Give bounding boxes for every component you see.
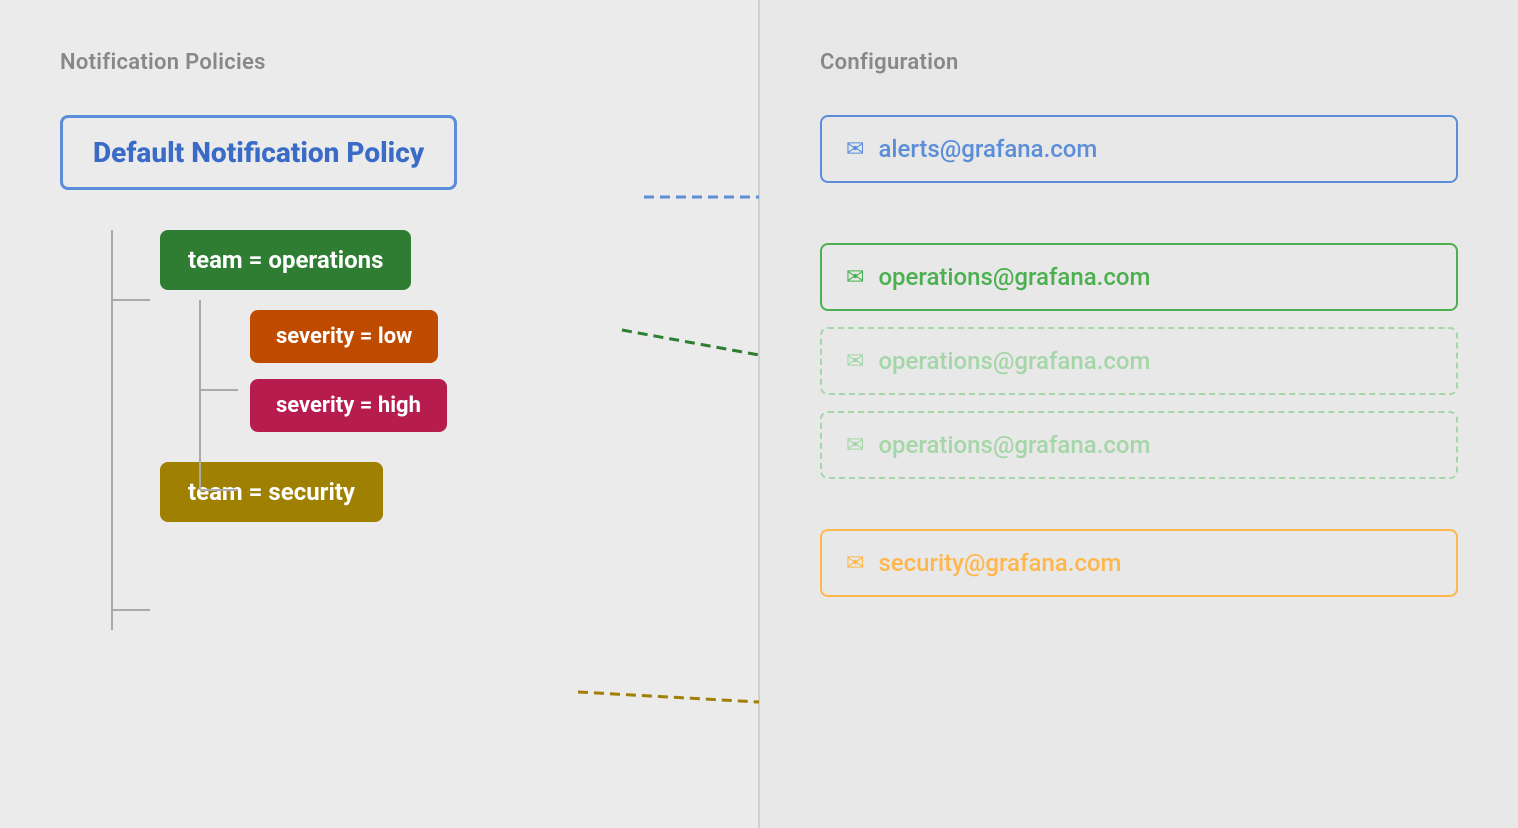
right-panel-title: Configuration <box>820 50 1458 75</box>
mail-icon-operations: ✉ <box>846 265 864 290</box>
severity-high-box[interactable]: severity = high <box>250 379 447 432</box>
config-operations: ✉ operations@grafana.com <box>820 243 1458 311</box>
operations-high-email: operations@grafana.com <box>878 431 1150 459</box>
config-security: ✉ security@grafana.com <box>820 529 1458 597</box>
page-wrapper: Notification Policies Default Notificati… <box>0 0 1518 828</box>
mail-icon-alerts: ✉ <box>846 137 864 162</box>
config-operations-high: ✉ operations@grafana.com <box>820 411 1458 479</box>
team-operations-box[interactable]: team = operations <box>160 230 411 290</box>
right-panel: Configuration ✉ alerts@grafana.com ✉ ope… <box>758 0 1518 828</box>
mail-icon-security: ✉ <box>846 551 864 576</box>
default-policy-row: Default Notification Policy <box>60 115 698 190</box>
severity-low-box[interactable]: severity = low <box>250 310 438 363</box>
alerts-email: alerts@grafana.com <box>878 135 1097 163</box>
left-panel: Notification Policies Default Notificati… <box>0 0 758 828</box>
mail-icon-operations-high: ✉ <box>846 433 864 458</box>
security-email: security@grafana.com <box>878 549 1121 577</box>
operations-low-email: operations@grafana.com <box>878 347 1150 375</box>
severity-high-row: severity = high <box>250 379 698 432</box>
team-operations-row: team = operations <box>160 230 698 290</box>
config-operations-low: ✉ operations@grafana.com <box>820 327 1458 395</box>
default-policy-box[interactable]: Default Notification Policy <box>60 115 457 190</box>
team-security-row: team = security <box>160 462 698 522</box>
severity-low-row: severity = low <box>250 310 698 363</box>
operations-email: operations@grafana.com <box>878 263 1150 291</box>
config-alerts: ✉ alerts@grafana.com <box>820 115 1458 183</box>
team-security-box[interactable]: team = security <box>160 462 383 522</box>
mail-icon-operations-low: ✉ <box>846 349 864 374</box>
left-panel-title: Notification Policies <box>60 50 698 75</box>
